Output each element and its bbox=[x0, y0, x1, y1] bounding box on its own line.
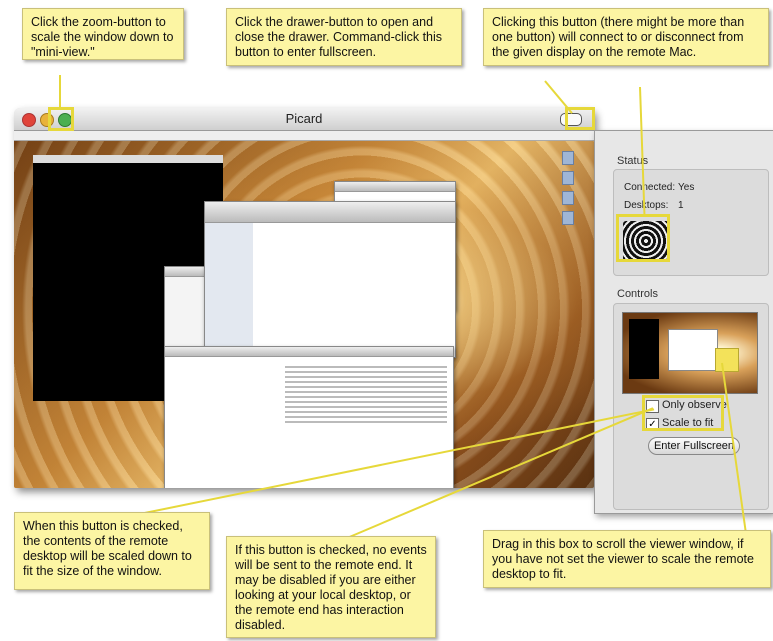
scroll-box-callout: Drag in this box to scroll the viewer wi… bbox=[483, 530, 771, 588]
remote-desktop-view[interactable] bbox=[14, 131, 594, 488]
desktop-icon bbox=[562, 211, 574, 225]
zoom-button-highlight bbox=[48, 107, 74, 131]
connector-line bbox=[59, 75, 61, 108]
window-title: Picard bbox=[285, 111, 323, 126]
desktops-label: Desktops: bbox=[624, 200, 669, 211]
scroll-preview-box[interactable] bbox=[622, 312, 758, 394]
desktop-icon bbox=[562, 191, 574, 205]
remote-finder-window bbox=[204, 201, 456, 358]
enter-fullscreen-button[interactable]: Enter Fullscreen bbox=[648, 437, 740, 455]
display-button-highlight bbox=[616, 214, 670, 262]
desktop-icon bbox=[562, 151, 574, 165]
connected-label: Connected: bbox=[624, 182, 676, 193]
title-bar[interactable]: Picard bbox=[14, 108, 594, 131]
only-observe-callout: If this button is checked, no events wil… bbox=[226, 536, 436, 638]
remote-text-window bbox=[164, 346, 454, 488]
drawer-callout: Click the drawer-button to open and clos… bbox=[226, 8, 462, 66]
drawer-panel: Status Connected: Yes Desktops: 1 Contro… bbox=[594, 130, 773, 514]
checkbox-highlight bbox=[642, 395, 724, 431]
connected-value: Yes bbox=[678, 182, 695, 193]
zoom-callout: Click the zoom-button to scale the windo… bbox=[22, 8, 184, 60]
remote-menubar bbox=[14, 131, 594, 141]
display-button-callout: Clicking this button (there might be mor… bbox=[483, 8, 769, 66]
scroll-handle[interactable] bbox=[715, 348, 739, 372]
controls-label: Controls bbox=[617, 288, 658, 300]
picard-window: Picard bbox=[14, 108, 594, 488]
desktop-icon bbox=[562, 171, 574, 185]
desktops-value: 1 bbox=[678, 200, 684, 211]
scale-to-fit-callout: When this button is checked, the content… bbox=[14, 512, 210, 590]
